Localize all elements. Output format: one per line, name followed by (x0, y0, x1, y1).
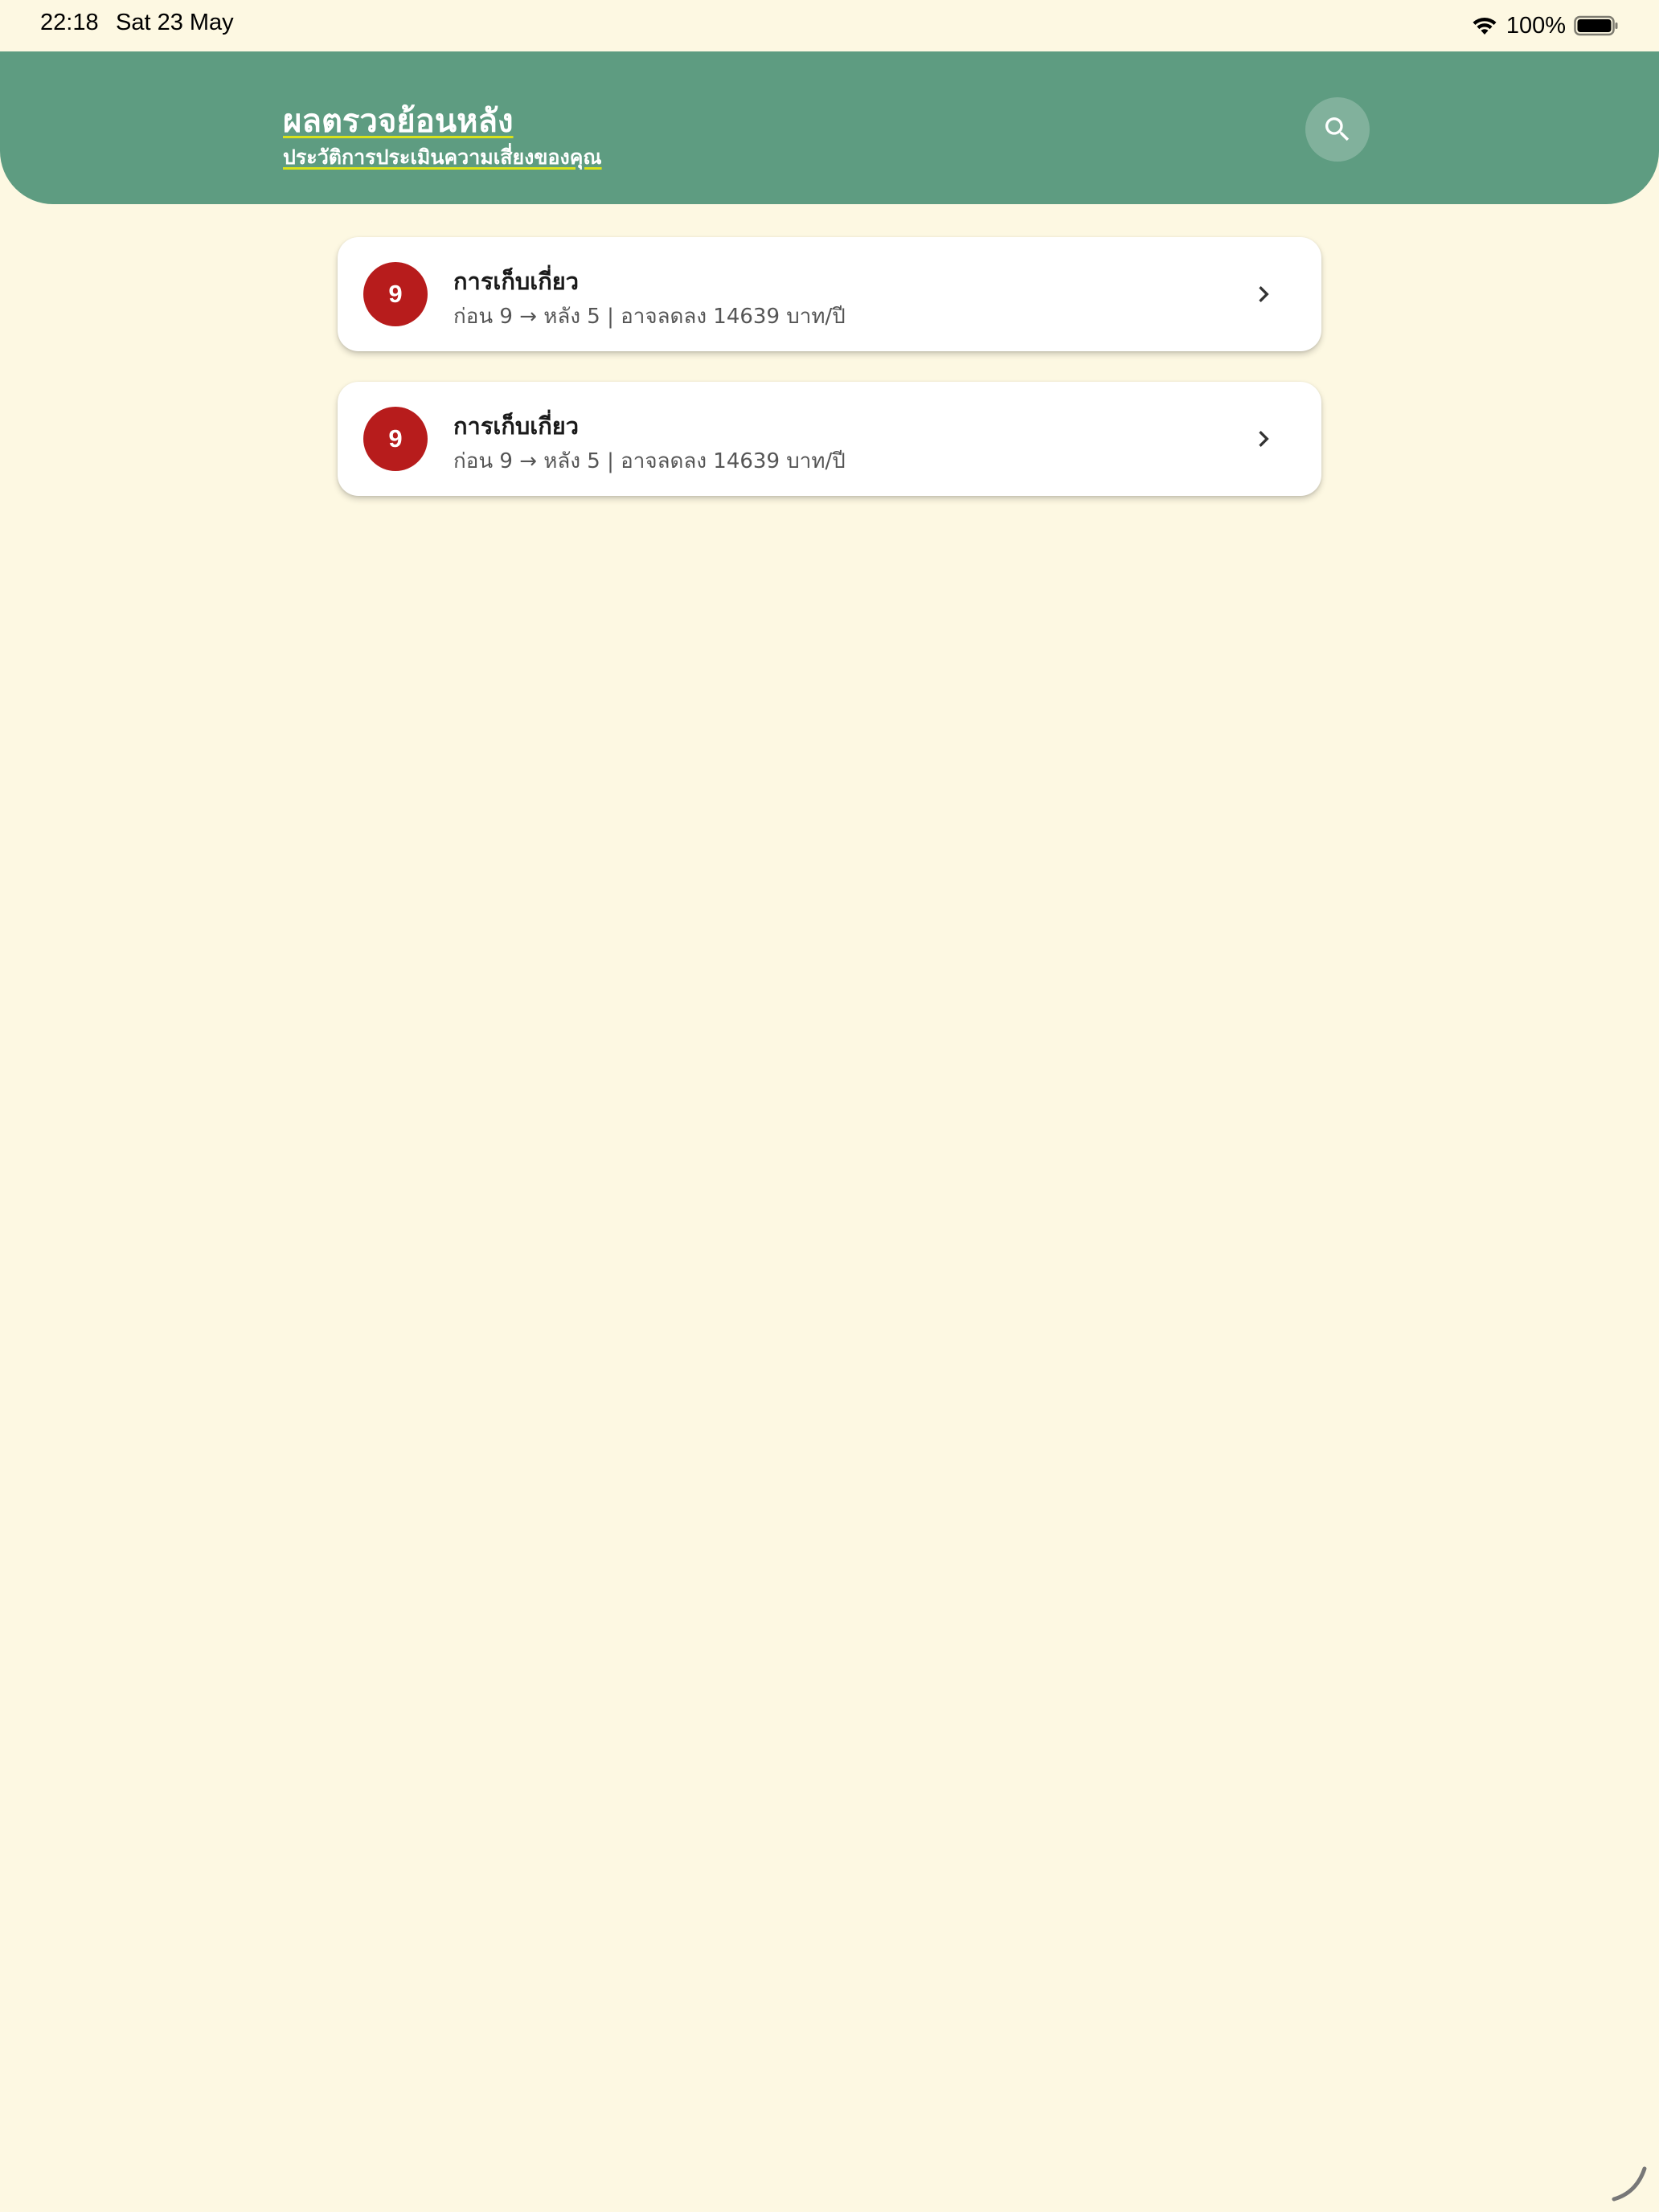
page-title: ผลตรวจย้อนหลัง (283, 102, 514, 140)
history-card[interactable]: 9 การเก็บเกี่ยว ก่อน 9 → หลัง 5 | อาจลดล… (338, 382, 1321, 496)
status-bar: 22:18 Sat 23 May 100% (0, 0, 1659, 51)
search-button[interactable] (1305, 97, 1370, 162)
status-date: Sat 23 May (116, 10, 234, 35)
card-title: การเก็บเกี่ยว (453, 268, 580, 295)
page-subtitle: ประวัติการประเมินความเสี่ยงของคุณ (283, 145, 602, 169)
chevron-right-icon (1259, 286, 1269, 302)
history-card[interactable]: 9 การเก็บเกี่ยว ก่อน 9 → หลัง 5 | อาจลดล… (338, 237, 1321, 351)
chevron-right-icon (1259, 431, 1269, 447)
card-title: การเก็บเกี่ยว (453, 412, 580, 440)
search-icon (1325, 117, 1350, 141)
card-detail: ก่อน 9 → หลัง 5 | อาจลดลง 14639 บาท/ปี (453, 305, 846, 329)
status-time: 22:18 (40, 10, 99, 35)
card-detail: ก่อน 9 → หลัง 5 | อาจลดลง 14639 บาท/ปี (453, 449, 846, 473)
risk-score-badge: 9 (363, 407, 428, 471)
battery-full-icon (1574, 15, 1618, 36)
status-indicators: 100% (1471, 10, 1619, 42)
app-header: ผลตรวจย้อนหลัง ประวัติการประเมินความเสี่… (0, 51, 1659, 204)
wifi-icon (1473, 17, 1497, 35)
risk-score-badge: 9 (363, 262, 428, 326)
history-list: 9 การเก็บเกี่ยว ก่อน 9 → หลัง 5 | อาจลดล… (338, 237, 1321, 526)
corner-indicator-icon (1612, 2166, 1647, 2202)
battery-percentage: 100% (1505, 12, 1566, 39)
